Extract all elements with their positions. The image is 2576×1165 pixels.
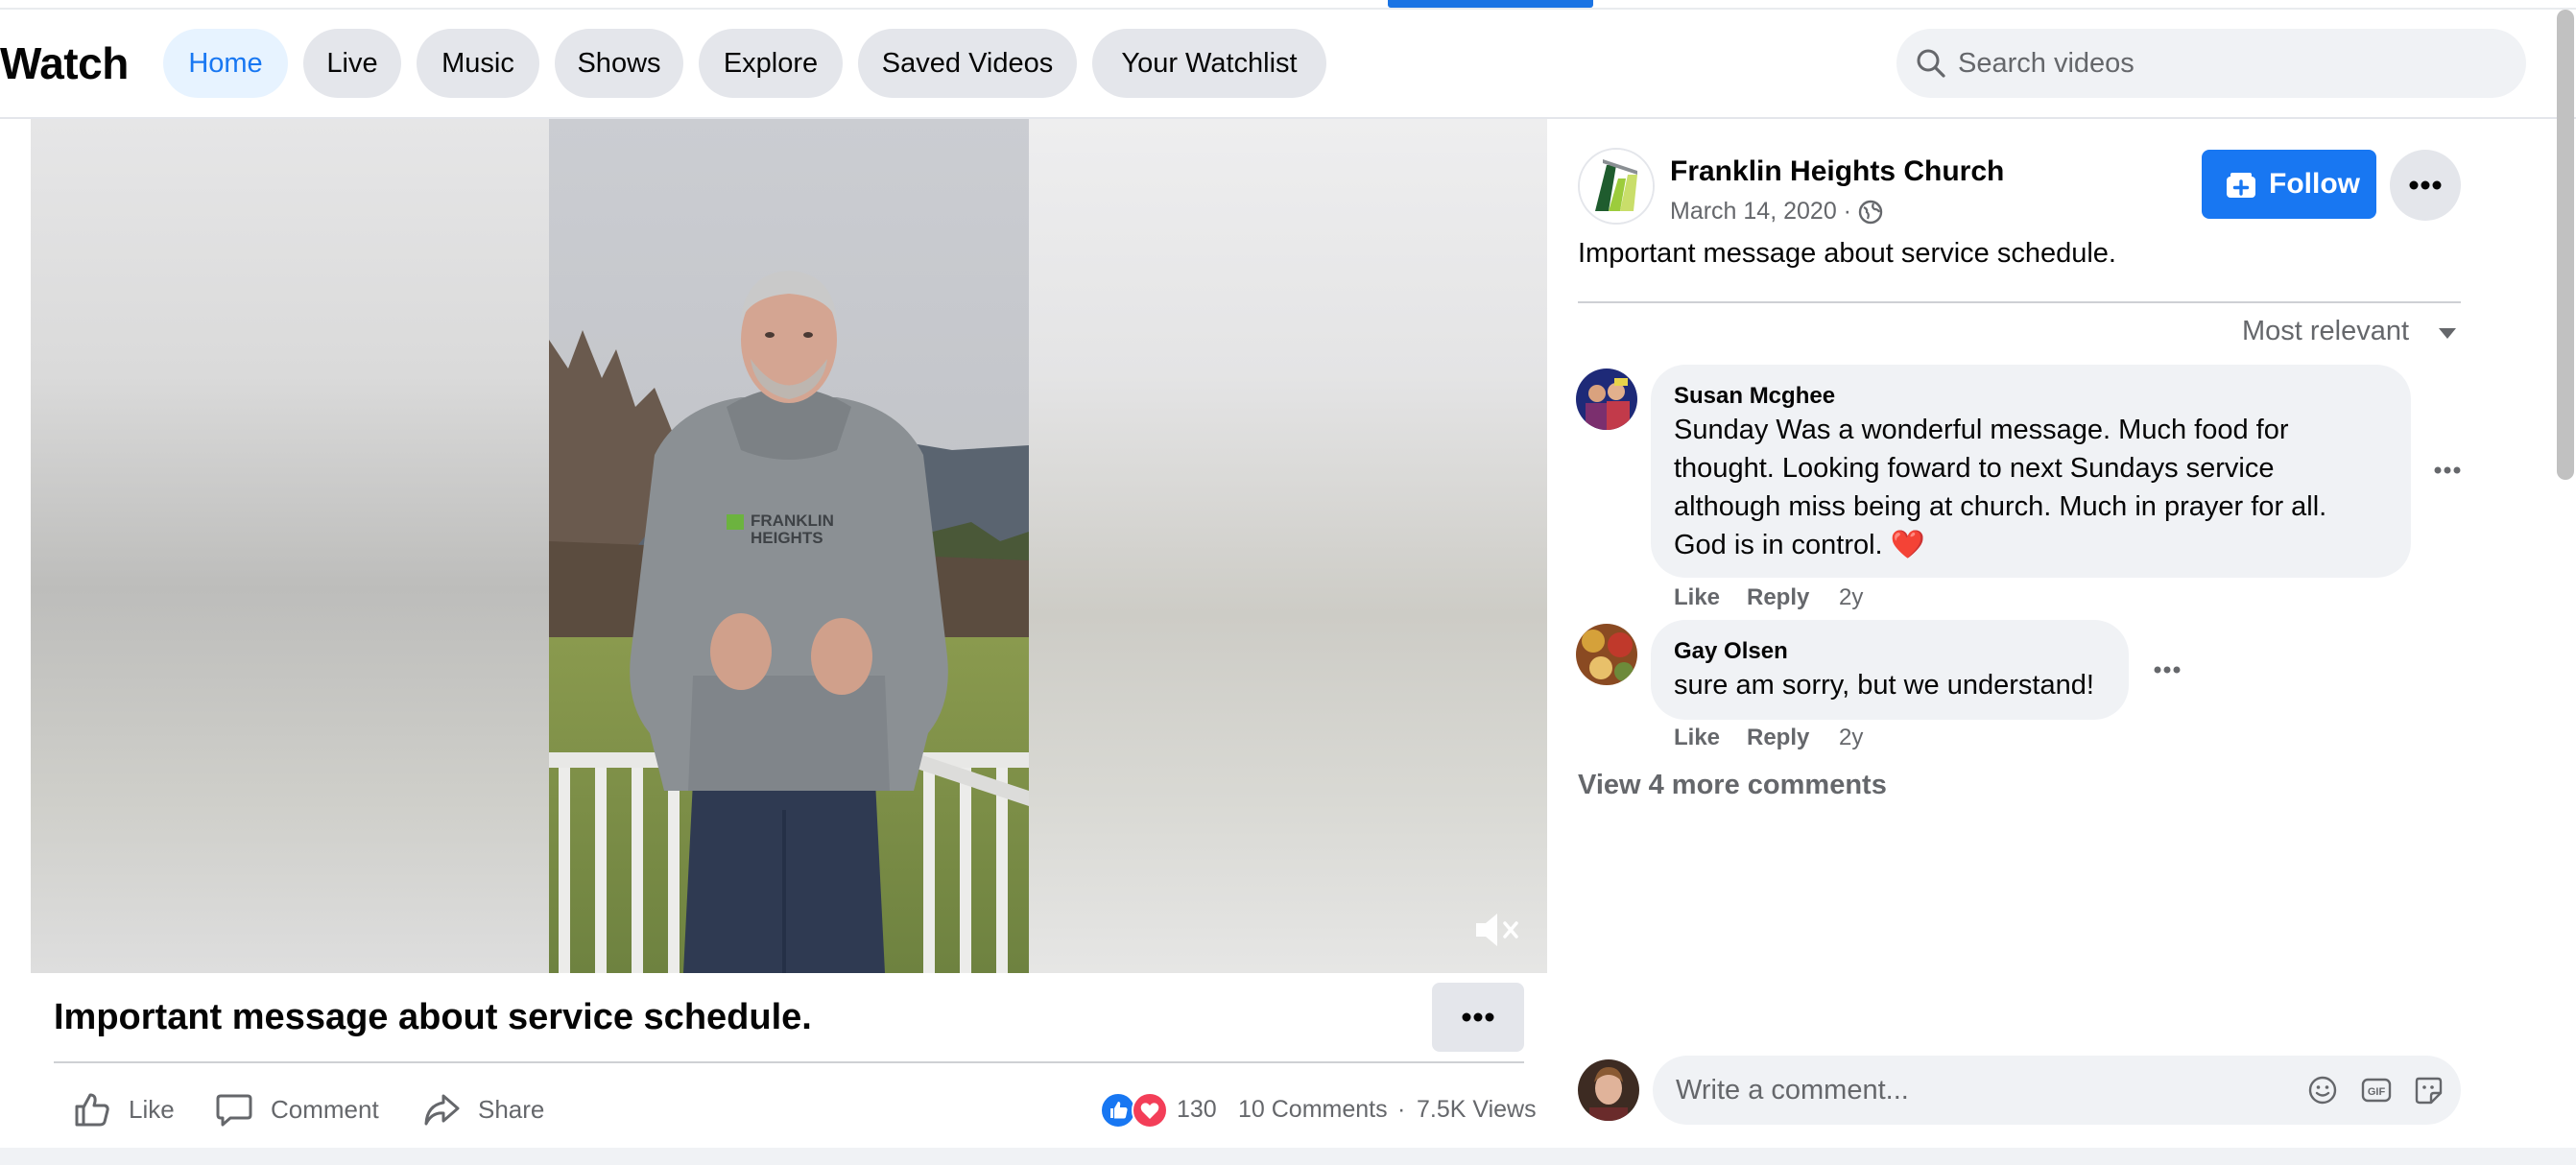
thumbs-up-icon	[75, 1093, 109, 1127]
tab-home[interactable]: Home	[163, 29, 288, 98]
video-player[interactable]: FRANKLIN HEIGHTS	[31, 119, 1547, 973]
like-reaction-icon	[1100, 1092, 1136, 1129]
search-input[interactable]	[1958, 29, 2505, 98]
page-avatar[interactable]	[1578, 148, 1655, 225]
mute-icon[interactable]	[1470, 906, 1524, 954]
comment-text-line: sure am sorry, but we understand!	[1674, 670, 2094, 701]
sticker-icon[interactable]	[2413, 1075, 2444, 1106]
follow-label: Follow	[2269, 168, 2360, 200]
comment-text-line: Sunday Was a wonderful message. Much foo…	[1674, 415, 2289, 445]
comment-text-line: God is in control. ❤️	[1674, 530, 1925, 560]
caret-down-icon[interactable]	[2436, 324, 2459, 342]
tab-saved-videos[interactable]: Saved Videos	[858, 29, 1077, 98]
avatar-photo	[1576, 369, 1637, 430]
commenter-avatar-gay[interactable]	[1576, 624, 1637, 685]
comment-icon	[216, 1094, 252, 1127]
comment-composer[interactable]: GIF	[1653, 1056, 2461, 1125]
post-description: Important message about service schedule…	[1578, 238, 2116, 269]
share-label: Share	[478, 1094, 545, 1124]
comment-author[interactable]: Gay Olsen	[1674, 637, 1788, 666]
tab-your-watchlist[interactable]: Your Watchlist	[1092, 29, 1326, 98]
comment-reply-link[interactable]: Reply	[1747, 724, 1809, 752]
video-more-options-button[interactable]	[1432, 983, 1524, 1052]
reaction-count[interactable]: 130	[1177, 1094, 1217, 1125]
view-more-comments-link[interactable]: View 4 more comments	[1578, 768, 1887, 802]
search-icon	[1917, 49, 1945, 78]
comment-like-link[interactable]: Like	[1674, 583, 1720, 612]
love-reaction-icon	[1132, 1092, 1168, 1129]
comment-input[interactable]	[1676, 1056, 2252, 1125]
video-scene: FRANKLIN HEIGHTS	[549, 119, 1029, 973]
tab-music[interactable]: Music	[417, 29, 539, 98]
more-horizontal-icon	[1462, 1012, 1494, 1022]
like-label: Like	[129, 1094, 175, 1124]
hoodie-text-line-2: HEIGHTS	[751, 529, 823, 547]
title-divider	[54, 1061, 1524, 1063]
view-count: 7.5K Views	[1417, 1096, 1537, 1123]
reaction-icons[interactable]	[1100, 1092, 1173, 1129]
comment-more-icon[interactable]	[2148, 660, 2186, 679]
hoodie-text-line-1: FRANKLIN	[751, 511, 834, 530]
comment-button[interactable]: Comment	[215, 1084, 379, 1134]
svg-text:GIF: GIF	[2368, 1086, 2386, 1098]
page-name[interactable]: Franklin Heights Church	[1670, 154, 2004, 190]
stats-separator: ·	[1397, 1096, 1406, 1123]
emoji-icon[interactable]	[2307, 1075, 2338, 1106]
video-title: Important message about service schedule…	[54, 997, 812, 1037]
comment-timestamp[interactable]: 2y	[1839, 724, 1863, 752]
video-frame: FRANKLIN HEIGHTS	[549, 119, 1029, 973]
tab-live[interactable]: Live	[303, 29, 401, 98]
panel-divider	[1578, 301, 2461, 303]
comment-text-line: although miss being at church. Much in p…	[1674, 491, 2327, 522]
page-more-options-button[interactable]	[2390, 150, 2461, 221]
post-date[interactable]: March 14, 2020 ·	[1670, 196, 1851, 226]
comment-author[interactable]: Susan Mcghee	[1674, 382, 1835, 411]
page-footer-strip	[0, 1148, 2576, 1165]
globe-icon	[1858, 200, 1883, 225]
share-button[interactable]: Share	[422, 1084, 544, 1134]
search-box[interactable]	[1896, 29, 2526, 98]
comment-reply-link[interactable]: Reply	[1747, 583, 1809, 612]
avatar-photo	[1578, 1059, 1639, 1121]
commenter-avatar-susan[interactable]	[1576, 369, 1637, 430]
comment-sort-dropdown[interactable]: Most relevant	[2242, 313, 2409, 349]
avatar-photo	[1576, 624, 1637, 685]
church-logo-icon	[1580, 150, 1653, 223]
follow-button[interactable]: Follow	[2202, 150, 2376, 219]
comment-text-line: thought. Looking foward to next Sundays …	[1674, 453, 2275, 484]
comment-count[interactable]: 10 Comments	[1238, 1094, 1388, 1125]
page-title: Watch	[0, 38, 129, 88]
top-navigation: Watch Home Live Music Shows Explore Save…	[0, 0, 2576, 119]
tab-explore[interactable]: Explore	[699, 29, 843, 98]
comment-like-link[interactable]: Like	[1674, 724, 1720, 752]
video-blur-background-left	[31, 119, 549, 973]
comment-more-icon[interactable]	[2428, 461, 2467, 480]
video-blur-background-right	[1029, 119, 1547, 973]
current-user-avatar[interactable]	[1578, 1059, 1639, 1121]
comment-label: Comment	[271, 1094, 379, 1124]
more-horizontal-icon	[2409, 180, 2442, 190]
tab-shows[interactable]: Shows	[555, 29, 683, 98]
like-button[interactable]: Like	[73, 1084, 175, 1134]
page-scrollbar[interactable]	[2557, 10, 2574, 480]
follow-page-icon	[2227, 173, 2255, 198]
share-icon	[424, 1094, 460, 1126]
comment-timestamp[interactable]: 2y	[1839, 583, 1863, 612]
active-tab-indicator	[1388, 0, 1593, 8]
gif-icon[interactable]: GIF	[2361, 1075, 2392, 1106]
top-divider	[0, 8, 2576, 10]
